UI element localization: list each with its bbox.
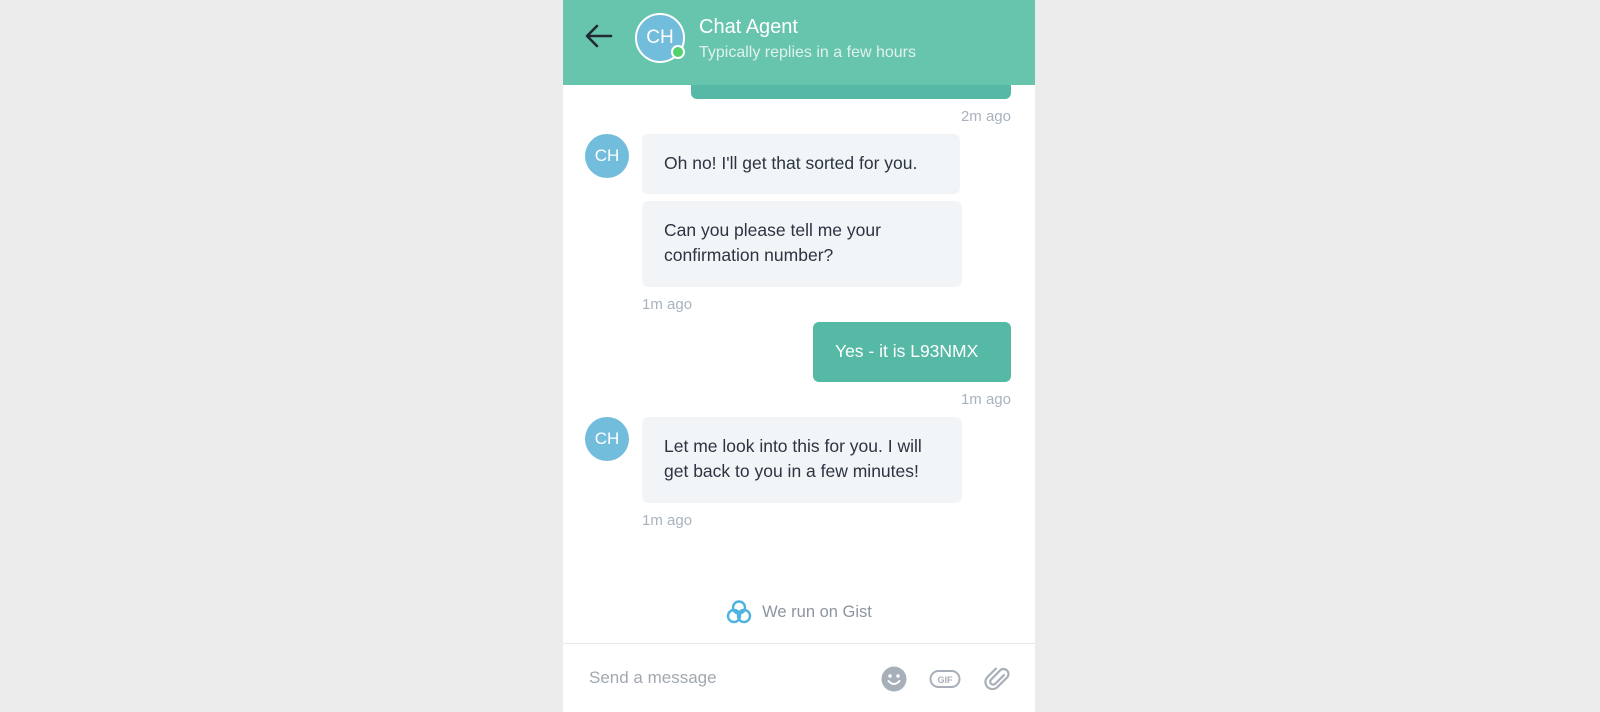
agent-avatar-initials: CH: [646, 27, 674, 48]
chat-header: CH Chat Agent Typically replies in a few…: [563, 0, 1035, 85]
gist-logo-icon: [726, 600, 752, 624]
agent-message-bubble: Oh no! I'll get that sorted for you.: [642, 134, 960, 194]
message-timestamp: 1m ago: [642, 296, 693, 313]
gif-button[interactable]: GIF: [929, 665, 961, 698]
emoji-icon: [881, 666, 907, 692]
agent-message-avatar: CH: [585, 417, 629, 461]
message-timestamp: 2m ago: [960, 108, 1011, 125]
message-timestamp: 1m ago: [642, 512, 693, 529]
agent-avatar: CH: [635, 13, 685, 63]
agent-message-bubble: Can you please tell me your confirmation…: [642, 201, 962, 287]
user-message-bubble: Yes - it is L93NMX: [813, 322, 1011, 382]
agent-message-bubble: Let me look into this for you. I will ge…: [642, 417, 962, 503]
gif-icon: GIF: [929, 670, 961, 688]
powered-by-gist-link[interactable]: We run on Gist: [563, 597, 1035, 627]
message-composer: GIF: [563, 643, 1035, 712]
attachment-button[interactable]: [984, 665, 1012, 698]
agent-status: Typically replies in a few hours: [699, 44, 916, 61]
message-input[interactable]: [587, 662, 861, 694]
svg-text:GIF: GIF: [938, 675, 954, 685]
agent-message-avatar: CH: [585, 134, 629, 178]
message-timestamp: 1m ago: [960, 391, 1011, 408]
attachment-icon: [984, 667, 1010, 691]
emoji-button[interactable]: [880, 665, 908, 698]
online-status-dot: [671, 45, 685, 59]
agent-name: Chat Agent: [699, 16, 798, 38]
arrow-left-icon: [585, 24, 613, 48]
powered-by-text: We run on Gist: [762, 602, 872, 621]
chat-widget: CH Chat Agent Typically replies in a few…: [563, 0, 1035, 712]
back-button[interactable]: [583, 22, 615, 50]
